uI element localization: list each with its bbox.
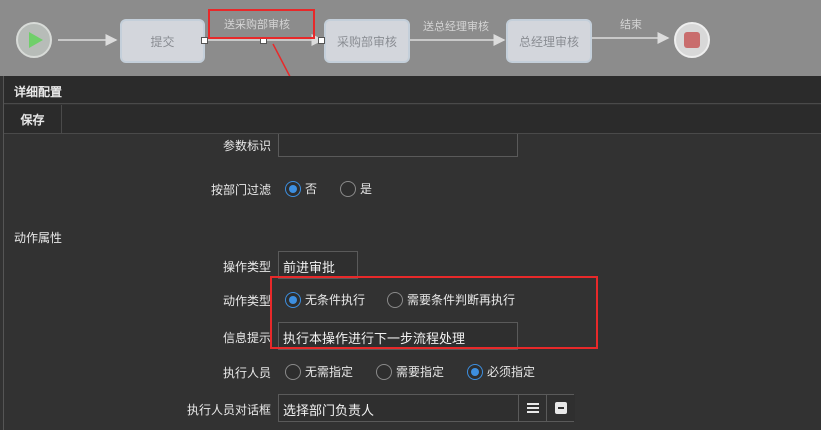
save-button[interactable]: 保存 bbox=[4, 105, 62, 133]
edge-handle[interactable] bbox=[318, 37, 325, 44]
dept-filter-label: 按部门过滤 bbox=[210, 183, 271, 197]
radio-unchecked-icon bbox=[285, 363, 301, 380]
executor-none-radio[interactable]: 无需指定 bbox=[285, 363, 353, 380]
annotation-highlight-box bbox=[208, 9, 315, 39]
radio-unchecked-icon bbox=[376, 363, 392, 380]
stop-icon bbox=[684, 32, 700, 48]
executor-optional-radio[interactable]: 需要指定 bbox=[376, 363, 444, 380]
panel-title: 详细配置 bbox=[4, 76, 821, 104]
edge-label-send-manager[interactable]: 送总经理审核 bbox=[423, 18, 489, 34]
action-section-title: 动作属性 bbox=[14, 231, 63, 245]
edge-handle[interactable] bbox=[201, 37, 208, 44]
param-id-label: 参数标识 bbox=[222, 139, 271, 153]
play-icon bbox=[29, 32, 43, 48]
annotation-highlight-box bbox=[270, 276, 598, 349]
executor-required-radio[interactable]: 必须指定 bbox=[467, 363, 535, 380]
executor-dialog-field: 选择部门负责人 bbox=[278, 394, 575, 422]
executor-dialog-value[interactable]: 选择部门负责人 bbox=[283, 404, 374, 419]
flow-node-manager-review[interactable]: 总经理审核 bbox=[506, 19, 592, 63]
minus-square-icon bbox=[555, 402, 567, 414]
list-button[interactable] bbox=[518, 395, 547, 421]
param-id-input[interactable] bbox=[278, 134, 518, 157]
detail-config-panel: 详细配置 保存 参数标识 按部门过滤 否 是 动作属性 操作类型 前进审批 动作… bbox=[3, 76, 821, 430]
end-node[interactable] bbox=[674, 22, 710, 58]
action-type-label: 动作类型 bbox=[222, 294, 271, 308]
radio-checked-icon bbox=[467, 363, 483, 380]
executor-dialog-label: 执行人员对话框 bbox=[186, 403, 271, 417]
list-icon bbox=[527, 403, 539, 413]
panel-toolbar: 保存 bbox=[4, 105, 821, 134]
start-node[interactable] bbox=[16, 22, 52, 58]
workflow-diagram: 提交 采购部审核 总经理审核 送采购部审核 送总经理审核 结束 bbox=[0, 0, 821, 76]
flow-node-submit[interactable]: 提交 bbox=[120, 19, 205, 63]
radio-checked-icon bbox=[285, 180, 301, 197]
edge-label-end[interactable]: 结束 bbox=[620, 16, 642, 32]
flow-node-purchase-review[interactable]: 采购部审核 bbox=[324, 19, 410, 63]
executor-label: 执行人员 bbox=[222, 366, 271, 380]
op-type-input[interactable]: 前进审批 bbox=[278, 251, 358, 279]
radio-unchecked-icon bbox=[340, 180, 356, 197]
info-tip-label: 信息提示 bbox=[222, 331, 271, 345]
dept-filter-yes-radio[interactable]: 是 bbox=[340, 180, 372, 197]
clear-button[interactable] bbox=[546, 395, 575, 421]
op-type-label: 操作类型 bbox=[222, 260, 271, 274]
dept-filter-no-radio[interactable]: 否 bbox=[285, 180, 317, 197]
